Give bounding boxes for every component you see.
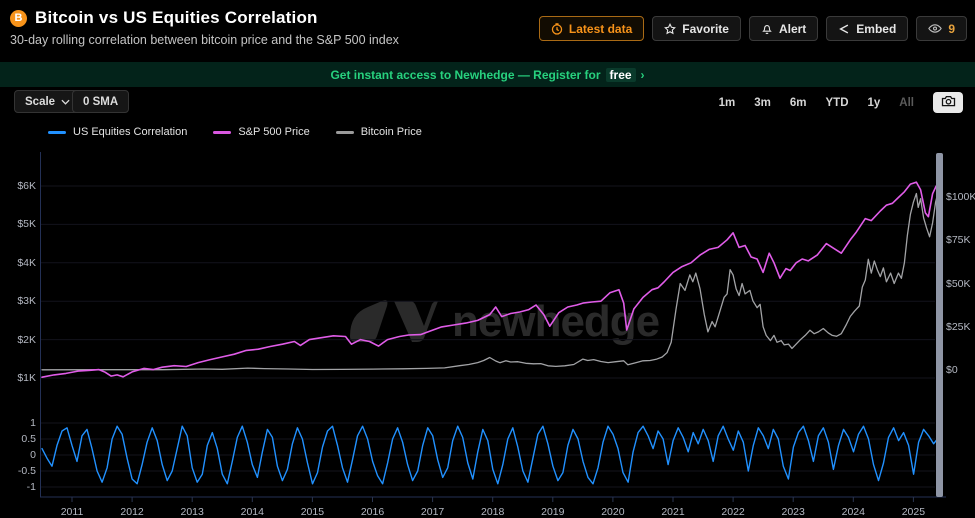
y-axis-label: $3K — [17, 295, 36, 307]
y-axis-label: $1K — [17, 372, 36, 384]
x-axis-label: 2020 — [601, 506, 624, 518]
x-axis-label: 2024 — [842, 506, 865, 518]
x-axis-label: 2019 — [541, 506, 564, 518]
x-axis-label: 2013 — [181, 506, 204, 518]
newhedge-chart-page: B Bitcoin vs US Equities Correlation 30-… — [0, 0, 975, 518]
x-axis-label: 2014 — [241, 506, 264, 518]
x-axis-label: 2015 — [301, 506, 324, 518]
x-axis-label: 2018 — [481, 506, 504, 518]
y-axis-label: $100K — [946, 191, 975, 203]
x-axis-label: 2021 — [661, 506, 684, 518]
y-axis-label: $2K — [17, 334, 36, 346]
y-axis-label: 0 — [30, 449, 36, 461]
x-axis-label: 2022 — [721, 506, 744, 518]
y-axis-label: $6K — [17, 180, 36, 192]
y-axis-label: 1 — [30, 417, 36, 429]
y-axis-label: $4K — [17, 257, 36, 269]
x-axis-label: 2017 — [421, 506, 444, 518]
x-axis-label: 2025 — [902, 506, 925, 518]
y-axis-label: $75K — [946, 234, 971, 246]
x-axis-label: 2016 — [361, 506, 384, 518]
x-axis-label: 2023 — [782, 506, 805, 518]
chart-scrollbar[interactable] — [936, 153, 943, 497]
y-axis-label: 0.5 — [21, 433, 36, 445]
sp500-price-line — [42, 182, 939, 377]
y-axis-label: $25K — [946, 321, 971, 333]
y-axis-label: -0.5 — [18, 465, 36, 477]
y-axis-label: $50K — [946, 278, 971, 290]
x-axis-label: 2012 — [120, 506, 143, 518]
price-and-correlation-chart[interactable] — [0, 0, 975, 518]
x-axis-label: 2011 — [61, 506, 84, 518]
y-axis-label: -1 — [27, 481, 36, 493]
y-axis-label: $0 — [946, 364, 958, 376]
y-axis-label: $5K — [17, 218, 36, 230]
bitcoin-price-line — [42, 190, 939, 370]
